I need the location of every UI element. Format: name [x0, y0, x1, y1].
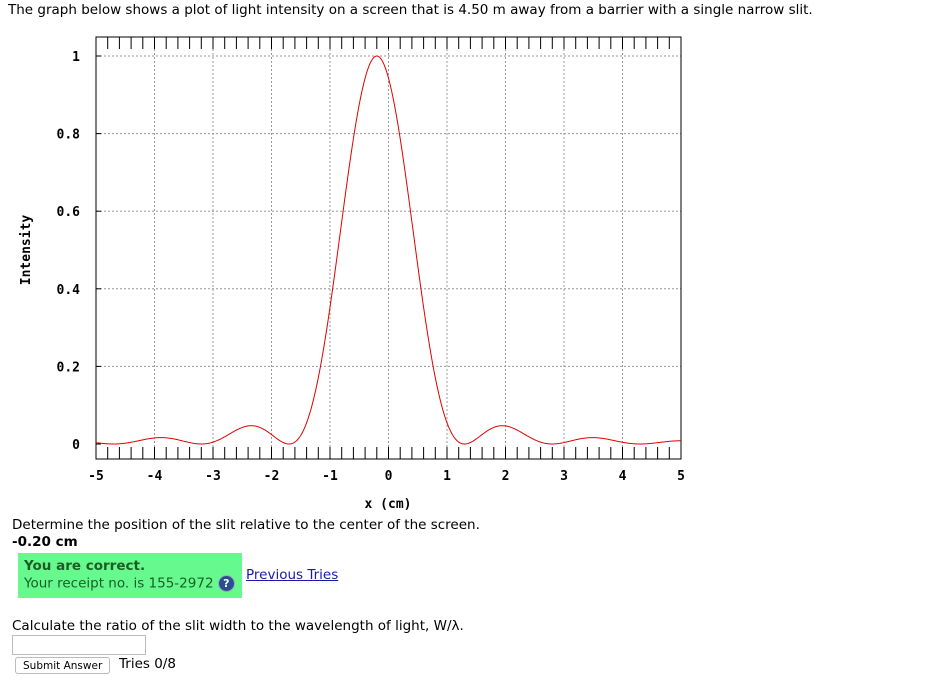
x-tick-label: 0 — [385, 469, 393, 484]
y-tick-label: 0.8 — [57, 128, 81, 143]
question-1: Determine the position of the slit relat… — [12, 517, 480, 533]
x-tick-label: 2 — [502, 469, 510, 484]
tries-counter: Tries 0/8 — [119, 656, 176, 672]
receipt-text: Your receipt no. is 155-2972 — [24, 575, 214, 592]
y-tick-label: 0.4 — [57, 283, 81, 298]
intensity-chart: -5 -4 -3 -2 -1 0 1 2 3 4 5 0 0.2 0.4 0.6 0.8 1 x (cm) Inte… — [19, 36, 685, 512]
x-tick-label: -3 — [205, 469, 221, 484]
x-tick-label: 5 — [677, 469, 685, 484]
y-tick-label: 1 — [72, 50, 80, 65]
submit-answer-button[interactable]: Submit Answer — [15, 657, 111, 674]
x-tick-label: -2 — [264, 469, 280, 484]
x-tick-label: -5 — [88, 469, 104, 484]
plot-frame — [95, 36, 682, 460]
feedback-receipt-row: Your receipt no. is 155-2972 ? — [24, 575, 235, 592]
y-tick-label: 0.6 — [57, 205, 81, 220]
y-tick-label: 0.2 — [57, 360, 80, 375]
y-tick-label: 0 — [72, 438, 80, 453]
answer-1: -0.20 cm — [12, 534, 78, 550]
x-tick-label: -4 — [147, 469, 163, 484]
x-axis-label: x (cm) — [365, 497, 412, 512]
previous-tries-link[interactable]: Previous Tries — [246, 567, 338, 583]
question-2: Calculate the ratio of the slit width to… — [12, 618, 464, 634]
feedback-box: You are correct. Your receipt no. is 155… — [18, 553, 242, 598]
answer-input[interactable] — [12, 635, 146, 655]
x-tick-label: 4 — [619, 469, 627, 484]
x-tick-label: 3 — [560, 469, 568, 484]
feedback-title: You are correct. — [24, 558, 146, 574]
x-tick-label: -1 — [322, 469, 338, 484]
x-tick-label: 1 — [443, 469, 451, 484]
help-icon[interactable]: ? — [217, 575, 235, 592]
y-axis-label: Intensity — [19, 215, 34, 286]
